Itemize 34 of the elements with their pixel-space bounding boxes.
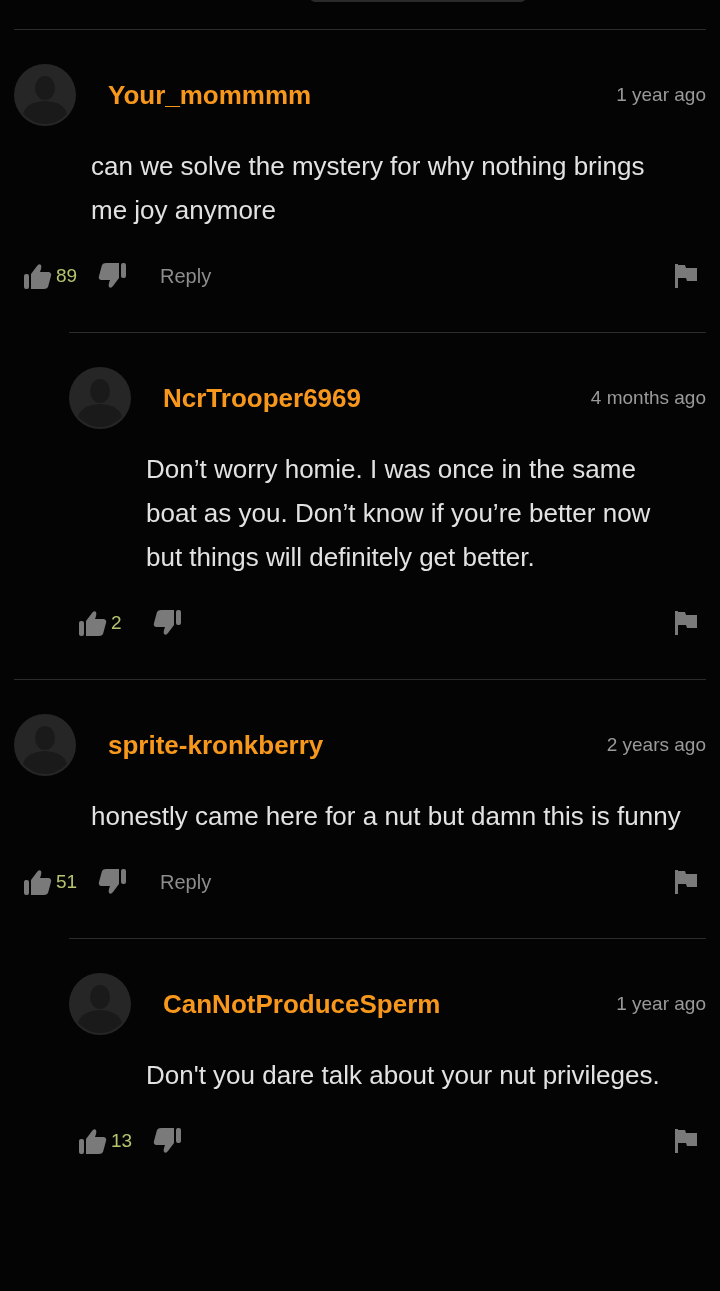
timestamp: 1 year ago xyxy=(616,84,706,106)
thumbs-down-icon[interactable] xyxy=(98,263,126,289)
reply-link[interactable]: Reply xyxy=(160,870,212,894)
comment-text: Don't you dare talk about your nut privileges. xyxy=(146,1059,661,1092)
thumbs-down-icon[interactable] xyxy=(153,1128,181,1154)
thumbs-up-icon[interactable] xyxy=(79,610,107,636)
timestamp: 4 months ago xyxy=(590,387,706,409)
flag-icon[interactable] xyxy=(675,870,697,894)
thumbs-up-icon[interactable] xyxy=(79,1128,107,1154)
like-count: 51 xyxy=(56,871,79,893)
avatar-icon xyxy=(14,714,76,776)
like-count: 13 xyxy=(111,1130,134,1152)
thumbs-up-icon[interactable] xyxy=(24,869,52,895)
thumbs-up-icon[interactable] xyxy=(24,263,52,289)
username[interactable]: sprite-kronkberry xyxy=(108,729,324,761)
flag-icon[interactable] xyxy=(675,264,697,288)
avatar-icon xyxy=(69,367,131,429)
like-count: 2 xyxy=(111,612,123,634)
reply-link[interactable]: Reply xyxy=(160,264,212,288)
timestamp: 2 years ago xyxy=(606,734,706,756)
username[interactable]: Your_mommmm xyxy=(108,79,312,111)
timestamp: 1 year ago xyxy=(616,993,706,1015)
comment-text: Don’t worry homie. I was once in the same boat as you. Don’t know if you’re better now but things will definitely get better. xyxy=(146,453,652,574)
flag-icon[interactable] xyxy=(675,611,697,635)
comment-text: honestly came here for a nut but damn this is funny xyxy=(91,800,682,833)
like-count: 89 xyxy=(56,265,79,287)
comment-text: can we solve the mystery for why nothing brings me joy anymore xyxy=(91,150,646,227)
avatar-icon xyxy=(14,64,76,126)
flag-icon[interactable] xyxy=(675,1129,697,1153)
thumbs-down-icon[interactable] xyxy=(153,610,181,636)
thumbs-down-icon[interactable] xyxy=(98,869,126,895)
avatar-icon xyxy=(69,973,131,1035)
username[interactable]: NcrTrooper6969 xyxy=(163,382,361,414)
username[interactable]: CanNotProduceSperm xyxy=(163,988,441,1020)
